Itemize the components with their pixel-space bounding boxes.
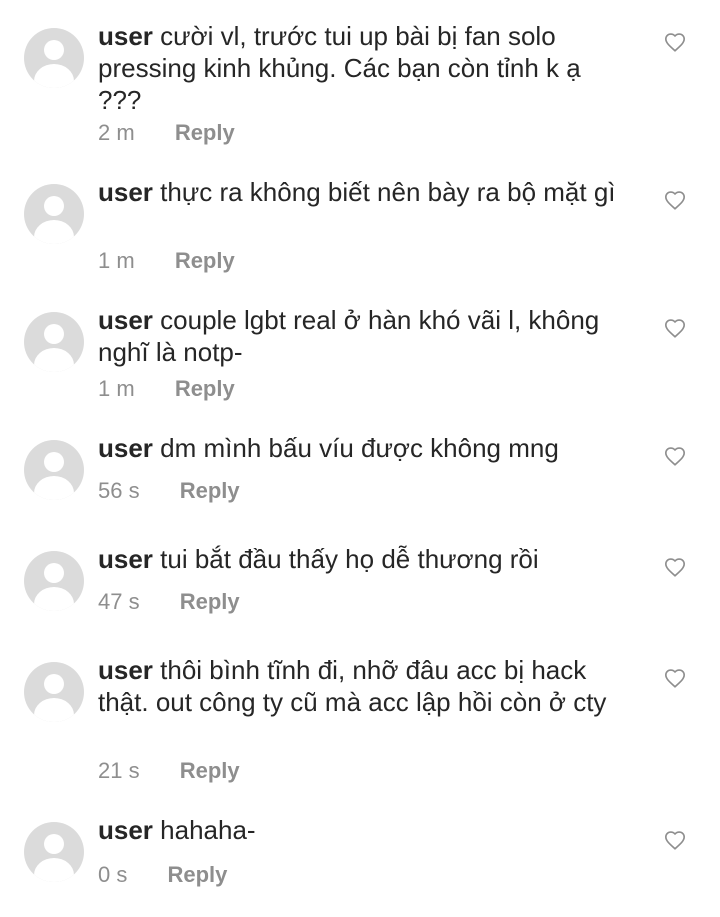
heart-outline-icon[interactable] — [664, 446, 686, 468]
comment-body: user couple lgbt real ở hàn khó vãi l, k… — [98, 304, 618, 368]
heart-outline-icon[interactable] — [664, 557, 686, 579]
avatar[interactable] — [24, 662, 84, 722]
heart-outline-icon[interactable] — [664, 190, 686, 212]
comment-meta: 21 s Reply — [98, 758, 240, 784]
comment-username[interactable]: user — [98, 305, 153, 335]
comment-meta: 56 s Reply — [98, 478, 240, 504]
comment-body: user thực ra không biết nên bày ra bộ mặ… — [98, 176, 618, 208]
comment-username[interactable]: user — [98, 655, 153, 685]
reply-button[interactable]: Reply — [167, 862, 227, 888]
comment-body: user dm mình bấu víu được không mng — [98, 432, 618, 464]
comment-text: thôi bình tĩnh đi, nhỡ đâu acc bị hack t… — [98, 655, 607, 717]
comment-body: user cười vl, trước tui up bài bị fan so… — [98, 20, 618, 116]
avatar[interactable] — [24, 184, 84, 244]
comment-username[interactable]: user — [98, 177, 153, 207]
comment-time: 56 s — [98, 478, 140, 503]
comment-meta: 2 m Reply — [98, 120, 235, 146]
comment-time: 1 m — [98, 248, 135, 273]
default-avatar-icon — [44, 452, 64, 472]
comment-meta: 1 m Reply — [98, 248, 235, 274]
comment-meta: 1 m Reply — [98, 376, 235, 402]
comment-time: 47 s — [98, 589, 140, 614]
comment-meta: 0 s Reply — [98, 862, 227, 888]
reply-button[interactable]: Reply — [175, 376, 235, 402]
comment-time: 1 m — [98, 376, 135, 401]
reply-button[interactable]: Reply — [180, 478, 240, 504]
heart-outline-icon[interactable] — [664, 32, 686, 54]
avatar[interactable] — [24, 822, 84, 882]
default-avatar-icon — [44, 834, 64, 854]
comment-text: couple lgbt real ở hàn khó vãi l, không … — [98, 305, 600, 367]
comment-text: cười vl, trước tui up bài bị fan solo pr… — [98, 21, 581, 115]
avatar[interactable] — [24, 28, 84, 88]
avatar[interactable] — [24, 440, 84, 500]
comment-text: hahaha- — [160, 815, 256, 845]
comment-username[interactable]: user — [98, 433, 153, 463]
avatar[interactable] — [24, 551, 84, 611]
comment-text: dm mình bấu víu được không mng — [160, 433, 559, 463]
comment-text: tui bắt đầu thấy họ dễ thương rồi — [160, 544, 539, 574]
heart-outline-icon[interactable] — [664, 318, 686, 340]
comment-time: 2 m — [98, 120, 135, 145]
reply-button[interactable]: Reply — [180, 589, 240, 615]
default-avatar-icon — [44, 324, 64, 344]
comment-text: thực ra không biết nên bày ra bộ mặt gì — [160, 177, 616, 207]
default-avatar-icon — [44, 674, 64, 694]
default-avatar-icon — [44, 196, 64, 216]
comment-body: user hahaha- — [98, 814, 618, 846]
reply-button[interactable]: Reply — [180, 758, 240, 784]
comment-time: 0 s — [98, 862, 128, 887]
comment-meta: 47 s Reply — [98, 589, 240, 615]
heart-outline-icon[interactable] — [664, 668, 686, 690]
reply-button[interactable]: Reply — [175, 248, 235, 274]
default-avatar-icon — [44, 563, 64, 583]
reply-button[interactable]: Reply — [175, 120, 235, 146]
comment-time: 21 s — [98, 758, 140, 783]
default-avatar-icon — [44, 40, 64, 60]
heart-outline-icon[interactable] — [664, 830, 686, 852]
comment-body: user thôi bình tĩnh đi, nhỡ đâu acc bị h… — [98, 654, 618, 718]
comment-body: user tui bắt đầu thấy họ dễ thương rồi — [98, 543, 618, 575]
avatar[interactable] — [24, 312, 84, 372]
comment-username[interactable]: user — [98, 815, 153, 845]
comment-username[interactable]: user — [98, 21, 153, 51]
comment-username[interactable]: user — [98, 544, 153, 574]
